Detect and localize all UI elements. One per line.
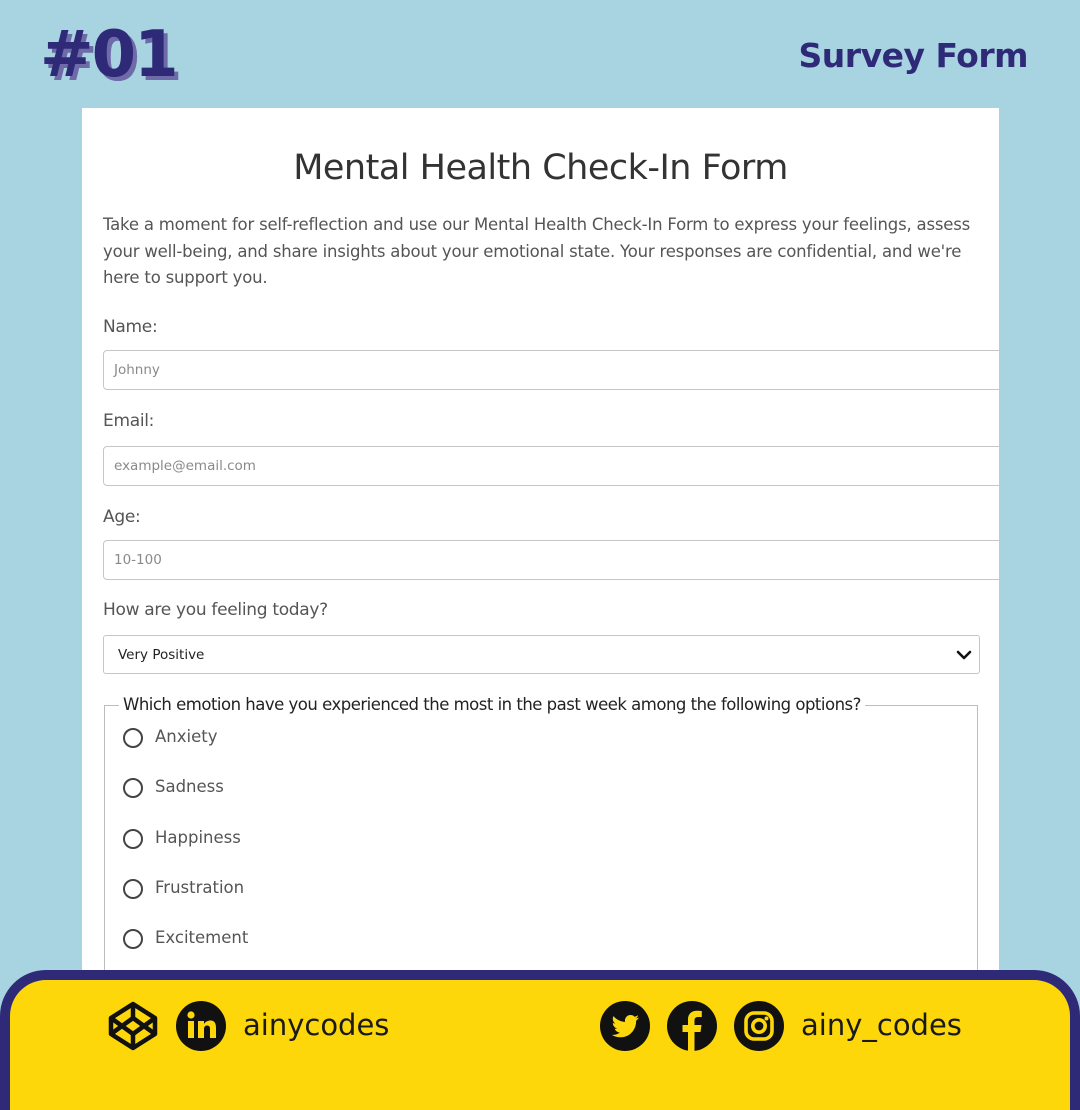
option-label: Excitement — [155, 928, 249, 947]
twitter-facebook-instagram-handle: ainy_codes — [801, 1008, 962, 1042]
radio-button[interactable] — [123, 778, 143, 798]
form-intro: Take a moment for self-reflection and us… — [103, 215, 971, 287]
age-placeholder: 10-100 — [114, 552, 162, 568]
radio-button[interactable] — [123, 929, 143, 949]
topic-title: Survey Form — [798, 36, 1029, 75]
option-label: Happiness — [155, 828, 241, 847]
instagram-icon[interactable] — [733, 1000, 785, 1052]
age-label: Age: — [103, 507, 141, 527]
twitter-icon[interactable] — [599, 1000, 651, 1052]
radio-button[interactable] — [123, 879, 143, 899]
option-label: Frustration — [155, 878, 245, 897]
radio-button[interactable] — [123, 728, 143, 748]
email-field[interactable]: example@email.com — [103, 446, 999, 486]
age-field[interactable]: 10-100 — [103, 540, 999, 580]
option-label: Sadness — [155, 777, 224, 796]
email-placeholder: example@email.com — [114, 458, 256, 474]
emotion-question: Which emotion have you experienced the m… — [119, 695, 865, 714]
linkedin-icon[interactable] — [175, 1000, 227, 1052]
post-number-badge: #01 — [40, 18, 179, 92]
name-field[interactable]: Johnny — [103, 350, 999, 390]
feeling-label: How are you feeling today? — [103, 600, 328, 620]
form-title: Mental Health Check-In Form — [293, 148, 788, 188]
option-label: Anxiety — [155, 727, 218, 746]
name-placeholder: Johnny — [114, 362, 160, 378]
feeling-select[interactable]: Very Positive — [103, 635, 980, 674]
name-label: Name: — [103, 317, 158, 337]
facebook-icon[interactable] — [666, 1000, 718, 1052]
email-label: Email: — [103, 411, 155, 431]
codepen-icon[interactable] — [107, 1000, 159, 1052]
emotion-fieldset: Which emotion have you experienced the m… — [104, 695, 978, 988]
form-card: Mental Health Check-In Form Take a momen… — [82, 108, 999, 988]
feeling-selected-value: Very Positive — [118, 647, 205, 663]
radio-button[interactable] — [123, 829, 143, 849]
chevron-down-icon — [956, 650, 972, 660]
codepen-linkedin-handle: ainycodes — [243, 1008, 390, 1042]
